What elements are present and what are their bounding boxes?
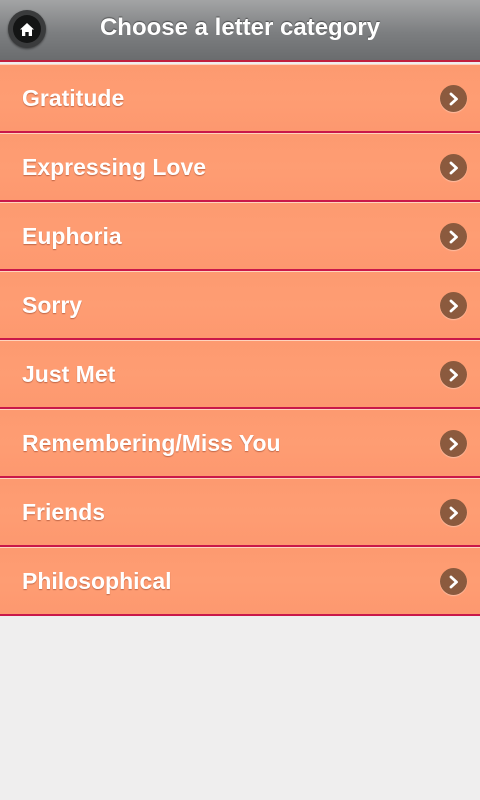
category-label: Sorry: [22, 292, 83, 318]
page-title: Choose a letter category: [99, 14, 381, 41]
category-label: Just Met: [22, 361, 116, 387]
chevron-right-icon: [440, 499, 467, 526]
home-button[interactable]: [8, 10, 46, 48]
category-item-euphoria[interactable]: Euphoria: [0, 202, 480, 271]
category-label: Friends: [22, 499, 106, 525]
chevron-right-icon: [440, 292, 467, 319]
category-item-friends[interactable]: Friends: [0, 478, 480, 547]
category-label: Gratitude: [22, 85, 125, 111]
title-bar: Choose a letter category: [0, 0, 480, 62]
app-screen: Choose a letter category Gratitude Expre…: [0, 0, 480, 800]
category-item-philosophical[interactable]: Philosophical: [0, 547, 480, 616]
category-label: Philosophical: [22, 568, 172, 594]
chevron-right-icon: [440, 430, 467, 457]
category-item-remembering-miss-you[interactable]: Remembering/Miss You: [0, 409, 480, 478]
chevron-right-icon: [440, 223, 467, 250]
category-list: Gratitude Expressing Love Euphoria Sorry…: [0, 64, 480, 616]
category-item-sorry[interactable]: Sorry: [0, 271, 480, 340]
category-item-expressing-love[interactable]: Expressing Love: [0, 133, 480, 202]
chevron-right-icon: [440, 568, 467, 595]
category-label: Remembering/Miss You: [22, 430, 281, 456]
category-item-just-met[interactable]: Just Met: [0, 340, 480, 409]
category-label: Expressing Love: [22, 154, 207, 180]
chevron-right-icon: [440, 85, 467, 112]
category-label: Euphoria: [22, 223, 122, 249]
home-icon: [13, 15, 41, 43]
chevron-right-icon: [440, 154, 467, 181]
chevron-right-icon: [440, 361, 467, 388]
category-item-gratitude[interactable]: Gratitude: [0, 64, 480, 133]
